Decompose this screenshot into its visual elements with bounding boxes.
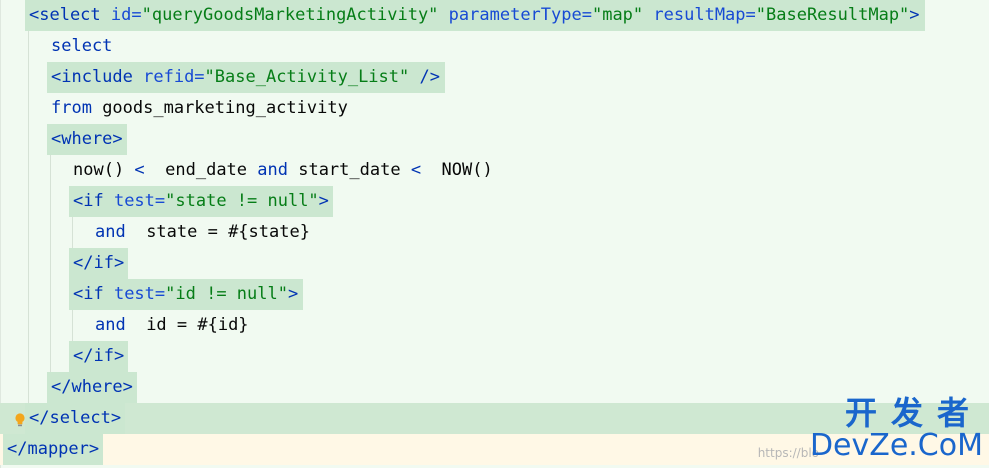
indent-guide xyxy=(28,186,29,217)
code-line[interactable]: and state = #{state} xyxy=(0,217,989,248)
code-token: id = #{id} xyxy=(125,315,249,335)
code-token: /> xyxy=(409,67,440,87)
code-token: select xyxy=(51,36,113,56)
indent-guide xyxy=(28,31,29,62)
code-token: </where> xyxy=(51,377,133,397)
code-line[interactable]: <if test="state != null"> xyxy=(0,186,989,217)
indent-guide xyxy=(72,217,73,248)
indent-guide xyxy=(50,217,51,248)
code-line[interactable]: <select id="queryGoodsMarketingActivity"… xyxy=(0,0,989,31)
code-text: <include refid="Base_Activity_List" /> xyxy=(51,62,440,93)
watermark-en: DevZe.CoM xyxy=(809,428,983,463)
code-token: </mapper> xyxy=(7,439,100,459)
code-token: id= xyxy=(110,5,142,25)
code-token: > xyxy=(287,284,299,304)
code-token: end_date xyxy=(144,160,258,180)
code-token: "BaseResultMap" xyxy=(755,5,910,25)
indent-guide xyxy=(28,372,29,403)
indent-guide xyxy=(50,155,51,186)
code-token: < xyxy=(134,160,145,180)
code-text: and state = #{state} xyxy=(95,217,310,248)
indent-guide xyxy=(50,341,51,372)
code-text: <if test="id != null"> xyxy=(73,279,298,310)
code-line[interactable]: from goods_marketing_activity xyxy=(0,93,989,124)
code-token: refid= xyxy=(143,67,205,87)
indent-guide xyxy=(28,217,29,248)
indent-guide xyxy=(50,186,51,217)
code-text: select xyxy=(51,31,112,62)
code-line[interactable]: now() < end_date and start_date < NOW() xyxy=(0,155,989,186)
code-token: and xyxy=(95,222,126,242)
indent-guide xyxy=(28,93,29,124)
indent-guide xyxy=(28,155,29,186)
code-text: </if> xyxy=(73,248,124,279)
code-token: <include xyxy=(51,67,144,87)
indent-guide xyxy=(28,310,29,341)
code-token: > xyxy=(909,5,920,25)
code-text: from goods_marketing_activity xyxy=(51,93,348,124)
code-token: and xyxy=(257,160,288,180)
indent-guide xyxy=(28,341,29,372)
code-text: </where> xyxy=(51,372,133,403)
code-text: <if test="state != null"> xyxy=(73,186,329,217)
code-text: <where> xyxy=(51,124,123,155)
code-token: from xyxy=(51,98,92,118)
code-token: resultMap= xyxy=(653,5,756,25)
code-token: test= xyxy=(113,284,166,304)
code-token: <if xyxy=(73,191,114,211)
code-token: </if> xyxy=(73,346,125,366)
code-line[interactable]: select xyxy=(0,31,989,62)
indent-guide xyxy=(50,248,51,279)
code-token: "map" xyxy=(591,5,644,25)
code-token: and xyxy=(95,315,126,335)
code-line[interactable]: <if test="id != null"> xyxy=(0,279,989,310)
code-token: start_date xyxy=(287,160,411,180)
code-token: now() xyxy=(73,160,135,180)
indent-guide xyxy=(28,62,29,93)
indent-guide xyxy=(72,310,73,341)
code-line[interactable]: </if> xyxy=(0,341,989,372)
watermark-cn: 开发者 xyxy=(844,394,983,432)
code-token: "queryGoodsMarketingActivity" xyxy=(141,5,439,25)
code-token: goods_marketing_activity xyxy=(91,98,348,118)
lightbulb-icon[interactable] xyxy=(14,413,26,427)
code-token: NOW() xyxy=(421,160,493,180)
code-token: parameterType= xyxy=(448,5,592,25)
code-token: </if> xyxy=(73,253,125,273)
code-token: </select> xyxy=(29,408,122,428)
code-text: </select> xyxy=(29,403,121,434)
watermark: 开发者 DevZe.CoM xyxy=(810,396,983,462)
code-token: <if xyxy=(73,284,114,304)
indent-guide xyxy=(28,279,29,310)
code-text: </mapper> xyxy=(7,434,99,465)
code-token: state = #{state} xyxy=(125,222,310,242)
code-line[interactable]: <where> xyxy=(0,124,989,155)
code-text: <select id="queryGoodsMarketingActivity"… xyxy=(29,0,920,31)
code-token: <where> xyxy=(51,129,123,149)
code-line[interactable]: and id = #{id} xyxy=(0,310,989,341)
indent-guide xyxy=(50,279,51,310)
indent-guide xyxy=(50,310,51,341)
indent-guide xyxy=(28,124,29,155)
indent-guide xyxy=(28,248,29,279)
code-text: now() < end_date and start_date < NOW() xyxy=(73,155,493,186)
code-token: "state != null" xyxy=(165,191,319,211)
code-text: </if> xyxy=(73,341,124,372)
code-token: test= xyxy=(113,191,166,211)
code-line[interactable]: <include refid="Base_Activity_List" /> xyxy=(0,62,989,93)
code-token: "id != null" xyxy=(165,284,288,304)
code-token: "Base_Activity_List" xyxy=(204,67,410,87)
code-token: <select xyxy=(29,5,111,25)
code-text: and id = #{id} xyxy=(95,310,249,341)
code-token: < xyxy=(410,160,422,180)
code-token: > xyxy=(318,191,329,211)
code-line[interactable]: </if> xyxy=(0,248,989,279)
